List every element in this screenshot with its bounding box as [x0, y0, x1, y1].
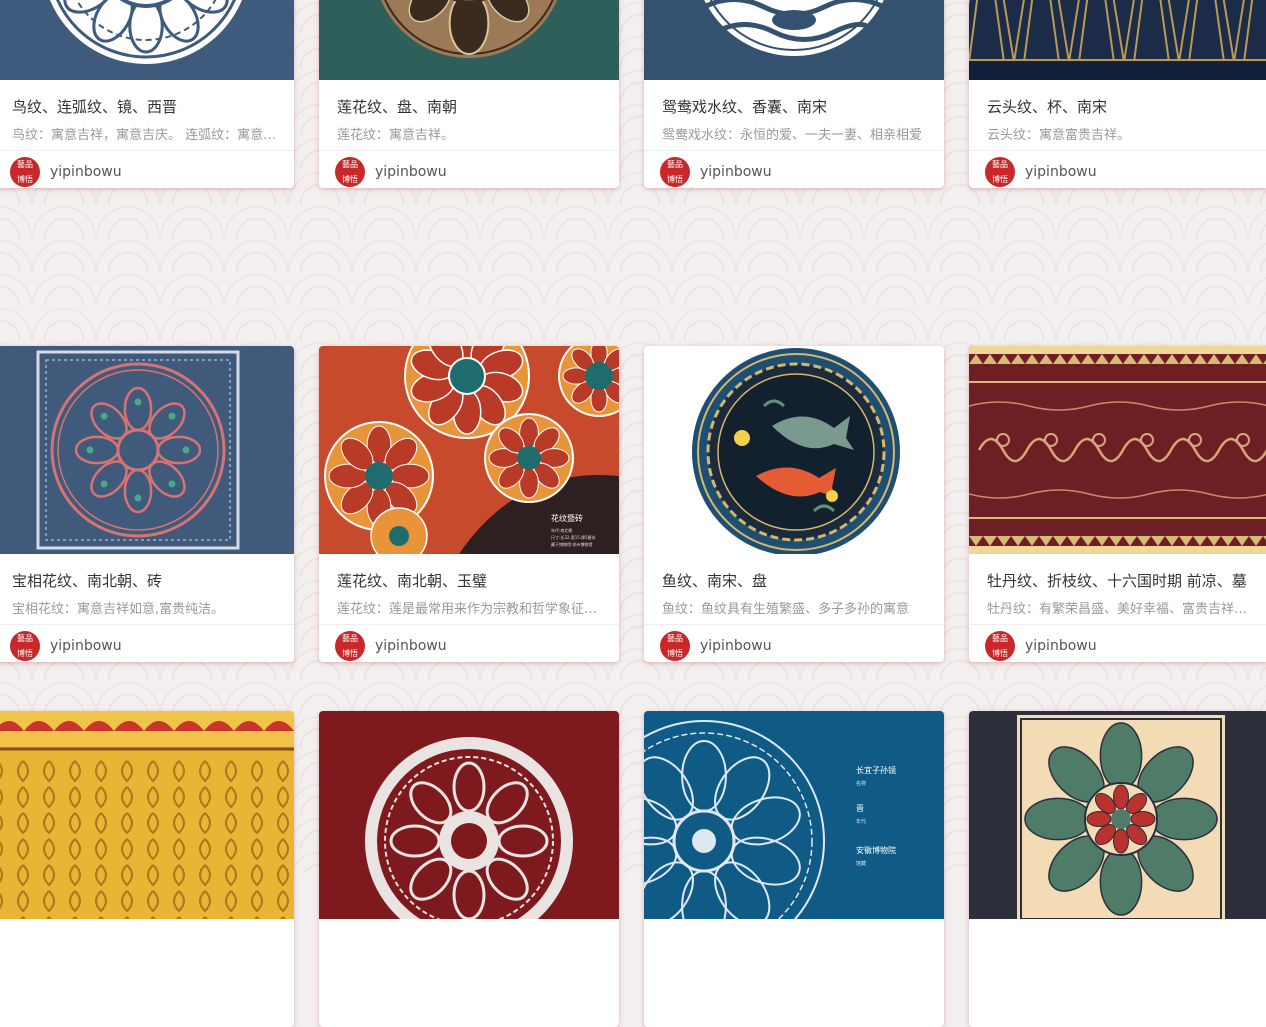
card-author[interactable]: 藝品博悟 yipinbowu: [10, 631, 122, 661]
card-divider: [969, 624, 1266, 625]
bird-arc-mirror-pattern-thumbnail[interactable]: [0, 0, 294, 80]
card-author[interactable]: 藝品博悟 yipinbowu: [660, 631, 772, 661]
pattern-card[interactable]: 云头纹、杯、南宋云头纹：寓意富贵吉祥。藝品博悟 yipinbowu: [969, 0, 1266, 188]
card-divider: [0, 624, 294, 625]
card-description: 莲花纹：莲是最常用来作为宗教和哲学象征的植物: [337, 602, 603, 617]
avatar-seal-text: 藝品: [17, 160, 33, 169]
svg-text:藏于博物馆:徐州博物馆: 藏于博物馆:徐州博物馆: [551, 541, 592, 547]
card-divider: [319, 624, 619, 625]
card-description: 牡丹纹：有繁荣昌盛、美好幸福、富贵吉祥的寓意: [987, 602, 1253, 617]
pattern-card[interactable]: 鱼纹、南宋、盘鱼纹：鱼纹具有生殖繁盛、多子多孙的寓意藝品博悟 yipinbowu: [644, 346, 944, 662]
pattern-card[interactable]: 鸳鸯戏水纹、香囊、南宋鸳鸯戏水纹：永恒的爱、一夫一妻、相亲相爱藝品博悟 yipin…: [644, 0, 944, 188]
pattern-card[interactable]: [0, 711, 294, 1027]
avatar-seal-text: 藝品: [17, 634, 33, 643]
author-name[interactable]: yipinbowu: [50, 164, 122, 180]
card-title[interactable]: 宝相花纹、南北朝、砖: [12, 570, 278, 591]
card-author[interactable]: 藝品博悟 yipinbowu: [985, 631, 1097, 661]
avatar-seal-text: 藝品: [992, 634, 1008, 643]
avatar-seal-text: 博悟: [342, 175, 358, 184]
card-divider: [969, 150, 1266, 151]
author-name[interactable]: yipinbowu: [700, 164, 772, 180]
card-title[interactable]: 云头纹、杯、南宋: [987, 96, 1253, 117]
card-divider: [644, 624, 944, 625]
card-divider: [319, 150, 619, 151]
avatar-seal-text: 博悟: [992, 175, 1008, 184]
author-avatar[interactable]: 藝品 博悟: [335, 157, 365, 187]
red-mirror-pattern-thumbnail[interactable]: [319, 711, 619, 919]
svg-text:馆藏: 馆藏: [856, 860, 866, 867]
lotus-plate-pattern-thumbnail[interactable]: [319, 0, 619, 80]
author-avatar[interactable]: 藝品 博悟: [335, 631, 365, 661]
svg-text:安徽博物院: 安徽博物院: [856, 845, 896, 855]
avatar-seal-text: 博悟: [342, 649, 358, 658]
author-avatar[interactable]: 藝品 博悟: [660, 157, 690, 187]
author-avatar[interactable]: 藝品 博悟: [10, 157, 40, 187]
avatar-seal-text: 博悟: [17, 649, 33, 658]
mandarin-duck-sachet-pattern-thumbnail[interactable]: [644, 0, 944, 80]
avatar-seal-text: 藝品: [342, 160, 358, 169]
author-avatar[interactable]: 藝品 博悟: [660, 631, 690, 661]
pattern-card[interactable]: 牡丹纹、折枝纹、十六国时期 前凉、墓牡丹纹：有繁荣昌盛、美好幸福、富贵吉祥的寓意…: [969, 346, 1266, 662]
card-description: 宝相花纹：寓意吉祥如意,富贵纯洁。: [12, 602, 225, 617]
svg-text:年代:南北朝: 年代:南北朝: [551, 527, 572, 533]
author-avatar[interactable]: 藝品 博悟: [985, 631, 1015, 661]
author-name[interactable]: yipinbowu: [375, 638, 447, 654]
card-title[interactable]: 鱼纹、南宋、盘: [662, 570, 928, 591]
pattern-card[interactable]: 宝相花纹、南北朝、砖宝相花纹：寓意吉祥如意,富贵纯洁。藝品博悟 yipinbowu: [0, 346, 294, 662]
card-author[interactable]: 藝品博悟 yipinbowu: [335, 631, 447, 661]
author-name[interactable]: yipinbowu: [1025, 638, 1097, 654]
peony-branch-pattern-thumbnail[interactable]: [969, 346, 1266, 554]
avatar-seal-text: 藝品: [342, 634, 358, 643]
card-author[interactable]: 藝品博悟 yipinbowu: [660, 157, 772, 187]
avatar-seal-text: 藝品: [667, 160, 683, 169]
cloud-head-cup-pattern-thumbnail[interactable]: [969, 0, 1266, 80]
card-title[interactable]: 莲花纹、盘、南朝: [337, 96, 603, 117]
lotus-jade-bi-pattern-thumbnail[interactable]: 花纹暨砖 年代:南北朝 尺寸:长32.宽15.厚5厘米 藏于博物馆:徐州博物馆: [319, 346, 619, 554]
green-flower-tile-pattern-thumbnail[interactable]: [969, 711, 1266, 919]
card-divider: [0, 150, 294, 151]
card-description: 鸳鸯戏水纹：永恒的爱、一夫一妻、相亲相爱: [662, 128, 923, 143]
avatar-seal-text: 博悟: [667, 649, 683, 658]
yellow-cloud-pattern-thumbnail[interactable]: [0, 711, 294, 919]
svg-text:长宜子孙镜: 长宜子孙镜: [856, 765, 896, 775]
author-name[interactable]: yipinbowu: [50, 638, 122, 654]
author-name[interactable]: yipinbowu: [1025, 164, 1097, 180]
avatar-seal-text: 藝品: [667, 634, 683, 643]
pattern-card[interactable]: 鸟纹、连弧纹、镜、西晋鸟纹：寓意吉祥，寓意吉庆。 连弧纹：寓意吉祥藝品博悟 yip…: [0, 0, 294, 188]
author-avatar[interactable]: 藝品 博悟: [985, 157, 1015, 187]
blue-mirror-pattern-thumbnail[interactable]: 长宜子孙镜 名称 晋 年代 安徽博物院 馆藏: [644, 711, 944, 919]
pattern-card[interactable]: [969, 711, 1266, 1027]
card-description: 鸟纹：寓意吉祥，寓意吉庆。 连弧纹：寓意吉祥: [12, 128, 278, 143]
card-description: 莲花纹：寓意吉祥。: [337, 128, 455, 143]
author-name[interactable]: yipinbowu: [700, 638, 772, 654]
svg-text:尺寸:长32.宽15.厚5厘米: 尺寸:长32.宽15.厚5厘米: [551, 534, 596, 540]
fish-plate-pattern-thumbnail[interactable]: [644, 346, 944, 554]
card-author[interactable]: 藝品博悟 yipinbowu: [985, 157, 1097, 187]
card-author[interactable]: 藝品博悟 yipinbowu: [335, 157, 447, 187]
svg-text:花纹暨砖: 花纹暨砖: [551, 513, 583, 523]
pattern-card[interactable]: 莲花纹、盘、南朝莲花纹：寓意吉祥。藝品博悟 yipinbowu: [319, 0, 619, 188]
avatar-seal-text: 博悟: [992, 649, 1008, 658]
card-title[interactable]: 鸳鸯戏水纹、香囊、南宋: [662, 96, 928, 117]
card-title[interactable]: 鸟纹、连弧纹、镜、西晋: [12, 96, 278, 117]
svg-text:名称: 名称: [856, 780, 866, 787]
avatar-seal-text: 博悟: [667, 175, 683, 184]
pattern-card[interactable]: [319, 711, 619, 1027]
baoxiang-flower-brick-pattern-thumbnail[interactable]: [0, 346, 294, 554]
card-divider: [644, 150, 944, 151]
card-description: 云头纹：寓意富贵吉祥。: [987, 128, 1131, 143]
card-description: 鱼纹：鱼纹具有生殖繁盛、多子多孙的寓意: [662, 602, 910, 617]
card-author[interactable]: 藝品博悟 yipinbowu: [10, 157, 122, 187]
pattern-card[interactable]: 长宜子孙镜 名称 晋 年代 安徽博物院 馆藏: [644, 711, 944, 1027]
avatar-seal-text: 藝品: [992, 160, 1008, 169]
pattern-card[interactable]: 花纹暨砖 年代:南北朝 尺寸:长32.宽15.厚5厘米 藏于博物馆:徐州博物馆莲…: [319, 346, 619, 662]
svg-text:年代: 年代: [856, 818, 866, 825]
card-title[interactable]: 莲花纹、南北朝、玉璧: [337, 570, 603, 591]
svg-text:晋: 晋: [856, 804, 864, 813]
card-title[interactable]: 牡丹纹、折枝纹、十六国时期 前凉、墓: [987, 570, 1253, 591]
author-avatar[interactable]: 藝品 博悟: [10, 631, 40, 661]
author-name[interactable]: yipinbowu: [375, 164, 447, 180]
avatar-seal-text: 博悟: [17, 175, 33, 184]
